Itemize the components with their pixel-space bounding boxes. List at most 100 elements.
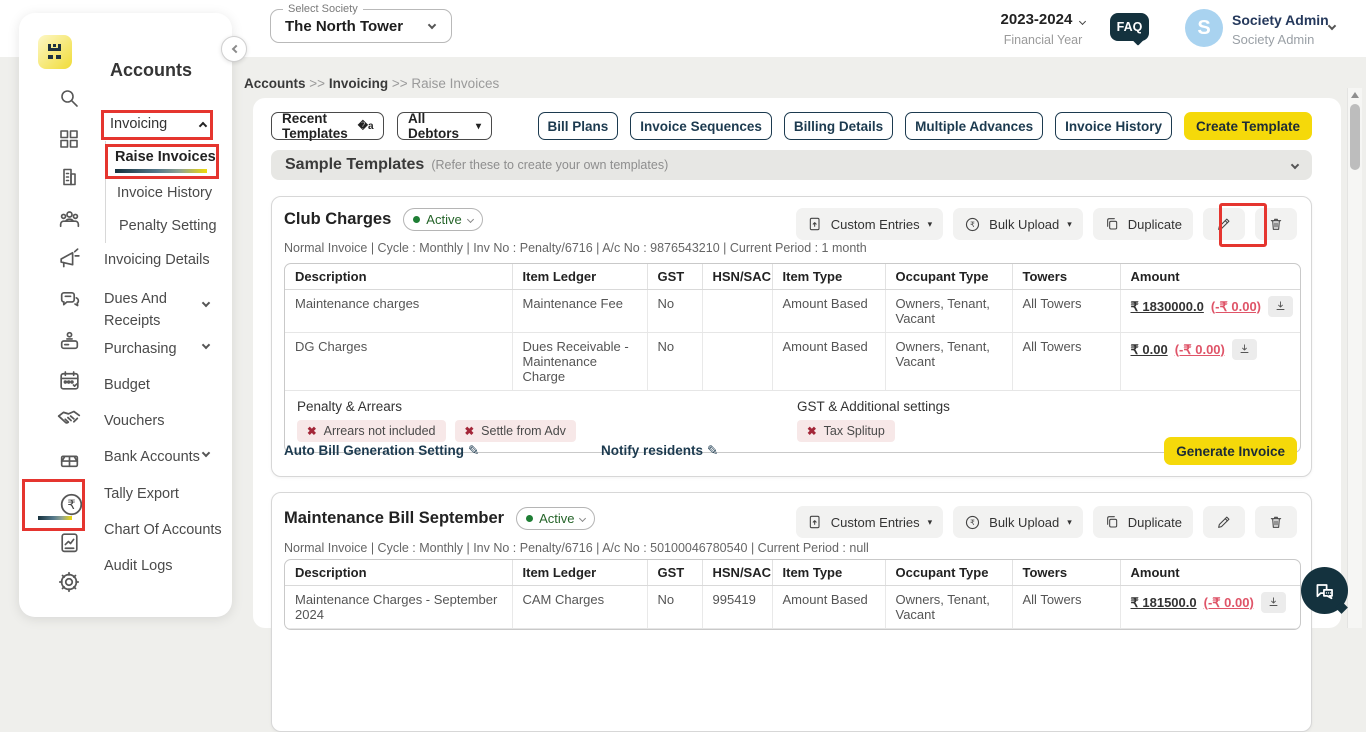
sidebar-item-chart-of-accounts[interactable]: Chart Of Accounts: [104, 522, 222, 538]
chevron-down-icon: [1079, 17, 1087, 26]
amount-link[interactable]: ₹ 181500.0: [1131, 595, 1197, 611]
report-document-icon[interactable]: [55, 528, 83, 556]
svg-text:₹: ₹: [67, 498, 75, 513]
delete-trash-button[interactable]: [1255, 208, 1297, 240]
generate-invoice-button[interactable]: Generate Invoice: [1164, 437, 1297, 465]
breadcrumb-invoicing[interactable]: Invoicing: [329, 76, 388, 91]
sidebar-item-invoice-history[interactable]: Invoice History: [117, 185, 212, 201]
module-title: Accounts: [110, 60, 193, 80]
billing-details-button[interactable]: Billing Details: [783, 112, 894, 140]
active-dot-icon: [413, 216, 421, 223]
residents-group-icon[interactable]: [55, 205, 83, 233]
chevron-down-icon: [201, 340, 211, 350]
card-meta: Normal Invoice | Cycle : Monthly | Inv N…: [284, 241, 867, 255]
sidebar-item-invoicing-details[interactable]: Invoicing Details: [104, 252, 210, 268]
sample-templates-bar[interactable]: Sample Templates (Refer these to create …: [271, 150, 1312, 180]
status-badge[interactable]: Active: [403, 208, 483, 231]
rupee-accounts-icon[interactable]: ₹: [57, 490, 85, 518]
financial-year-dropdown[interactable]: 2023-2024: [988, 11, 1098, 28]
vertical-scrollbar[interactable]: [1347, 88, 1362, 628]
scrollbar-up-arrow[interactable]: [1351, 92, 1359, 98]
edit-pencil-button[interactable]: [1203, 506, 1245, 538]
settle-adv-chip: ✖ Settle from Adv: [454, 420, 576, 442]
adjustment-link[interactable]: (-₹ 0.00): [1175, 342, 1225, 358]
sidebar-item-bank-accounts[interactable]: Bank Accounts: [104, 449, 200, 465]
chevron-down-icon: [579, 514, 587, 523]
adjustment-link[interactable]: (-₹ 0.00): [1211, 299, 1261, 315]
amount-link[interactable]: ₹ 0.00: [1131, 342, 1168, 358]
settings-gear-icon[interactable]: [55, 568, 83, 596]
custom-entries-button[interactable]: Custom Entries ▾: [795, 208, 944, 240]
download-button[interactable]: [1260, 592, 1286, 613]
caret-down-icon: ▾: [927, 516, 933, 527]
sidebar-item-dues-and-receipts[interactable]: Dues And Receipts: [104, 288, 192, 332]
megaphone-icon[interactable]: [55, 245, 83, 273]
gst-settings-block: GST & Additional settings ✖ Tax Splitup: [797, 399, 950, 442]
copy-icon: [1106, 516, 1117, 528]
custom-entries-button[interactable]: Custom Entries ▾: [795, 506, 944, 538]
all-debtors-dropdown[interactable]: All Debtors ▾: [397, 111, 492, 141]
download-button[interactable]: [1268, 296, 1294, 317]
sidebar-item-tally-export[interactable]: Tally Export: [104, 486, 179, 502]
duplicate-button[interactable]: Duplicate: [1092, 208, 1193, 240]
multiple-advances-button[interactable]: Multiple Advances: [905, 112, 1044, 140]
society-select-label: Select Society: [283, 3, 363, 15]
svg-text:₹: ₹: [970, 518, 975, 527]
download-icon: [1276, 301, 1285, 310]
adjustment-link[interactable]: (-₹ 0.00): [1204, 595, 1254, 611]
building-icon[interactable]: [55, 163, 83, 191]
sidebar-item-invoicing[interactable]: Invoicing: [110, 116, 208, 132]
download-button[interactable]: [1231, 339, 1257, 360]
faq-button[interactable]: FAQ: [1110, 13, 1149, 46]
rupee-circle-icon: ₹: [966, 515, 980, 529]
cross-icon: ✖: [464, 426, 475, 438]
sidebar-item-vouchers[interactable]: Vouchers: [104, 413, 164, 429]
amount-link[interactable]: ₹ 1830000.0: [1131, 299, 1204, 315]
edit-pencil-icon: ✎: [707, 443, 719, 458]
bulk-upload-button[interactable]: ₹ Bulk Upload ▾: [953, 506, 1083, 538]
chevron-down-icon: [466, 215, 474, 224]
chevron-down-icon: [427, 20, 437, 30]
caret-down-icon: ▾: [927, 218, 933, 229]
notify-residents-link[interactable]: Notify residents ✎: [601, 443, 718, 459]
invoice-sequences-button[interactable]: Invoice Sequences: [630, 112, 772, 140]
chat-fab-button[interactable]: [1301, 567, 1348, 614]
app-logo-icon: [38, 35, 72, 69]
bulk-upload-button[interactable]: ₹ Bulk Upload ▾: [953, 208, 1083, 240]
duplicate-button[interactable]: Duplicate: [1092, 506, 1193, 538]
sidebar-item-budget[interactable]: Budget: [104, 377, 150, 393]
front-desk-icon[interactable]: [55, 327, 83, 355]
society-name: The North Tower: [285, 18, 404, 35]
create-template-button[interactable]: Create Template: [1183, 112, 1312, 140]
status-badge[interactable]: Active: [516, 507, 596, 530]
table-row: Maintenance charges Maintenance Fee No A…: [285, 289, 1300, 333]
table-header-row: Description Item Ledger GST HSN/SAC Item Typ…: [285, 560, 1300, 586]
bank-box-icon[interactable]: [55, 445, 83, 473]
auto-bill-setting-link[interactable]: Auto Bill Generation Setting ✎: [284, 443, 479, 459]
chat-messages-icon[interactable]: [55, 286, 83, 314]
sidebar-collapse-button[interactable]: [221, 36, 247, 62]
chevron-down-icon: [201, 448, 211, 458]
caret-down-icon: ▾: [1067, 218, 1072, 229]
recent-templates-dropdown[interactable]: Recent Templates �a: [271, 111, 384, 141]
calendar-icon[interactable]: [55, 366, 83, 394]
active-item-underline: [115, 169, 207, 173]
invoice-history-button[interactable]: Invoice History: [1055, 112, 1172, 140]
chevron-up-icon: [198, 121, 208, 131]
edit-pencil-button[interactable]: [1203, 208, 1245, 240]
invoice-items-table: Description Item Ledger GST HSN/SAC Item Typ…: [284, 263, 1301, 453]
search-icon[interactable]: [55, 84, 83, 112]
handshake-icon[interactable]: [55, 404, 83, 432]
bill-plans-button[interactable]: Bill Plans: [537, 112, 619, 140]
dashboard-grid-icon[interactable]: [55, 125, 83, 153]
breadcrumb-current: Raise Invoices: [411, 76, 500, 91]
society-select[interactable]: Select Society The North Tower: [270, 3, 452, 43]
sidebar-item-raise-invoices[interactable]: Raise Invoices: [115, 149, 216, 173]
avatar[interactable]: S: [1185, 9, 1223, 47]
breadcrumb-accounts[interactable]: Accounts: [244, 76, 306, 91]
sidebar-item-audit-logs[interactable]: Audit Logs: [104, 558, 173, 574]
delete-trash-button[interactable]: [1255, 506, 1297, 538]
sidebar-item-purchasing[interactable]: Purchasing: [104, 341, 177, 357]
scrollbar-thumb[interactable]: [1350, 104, 1360, 170]
sidebar-item-penalty-setting[interactable]: Penalty Setting: [119, 218, 217, 234]
